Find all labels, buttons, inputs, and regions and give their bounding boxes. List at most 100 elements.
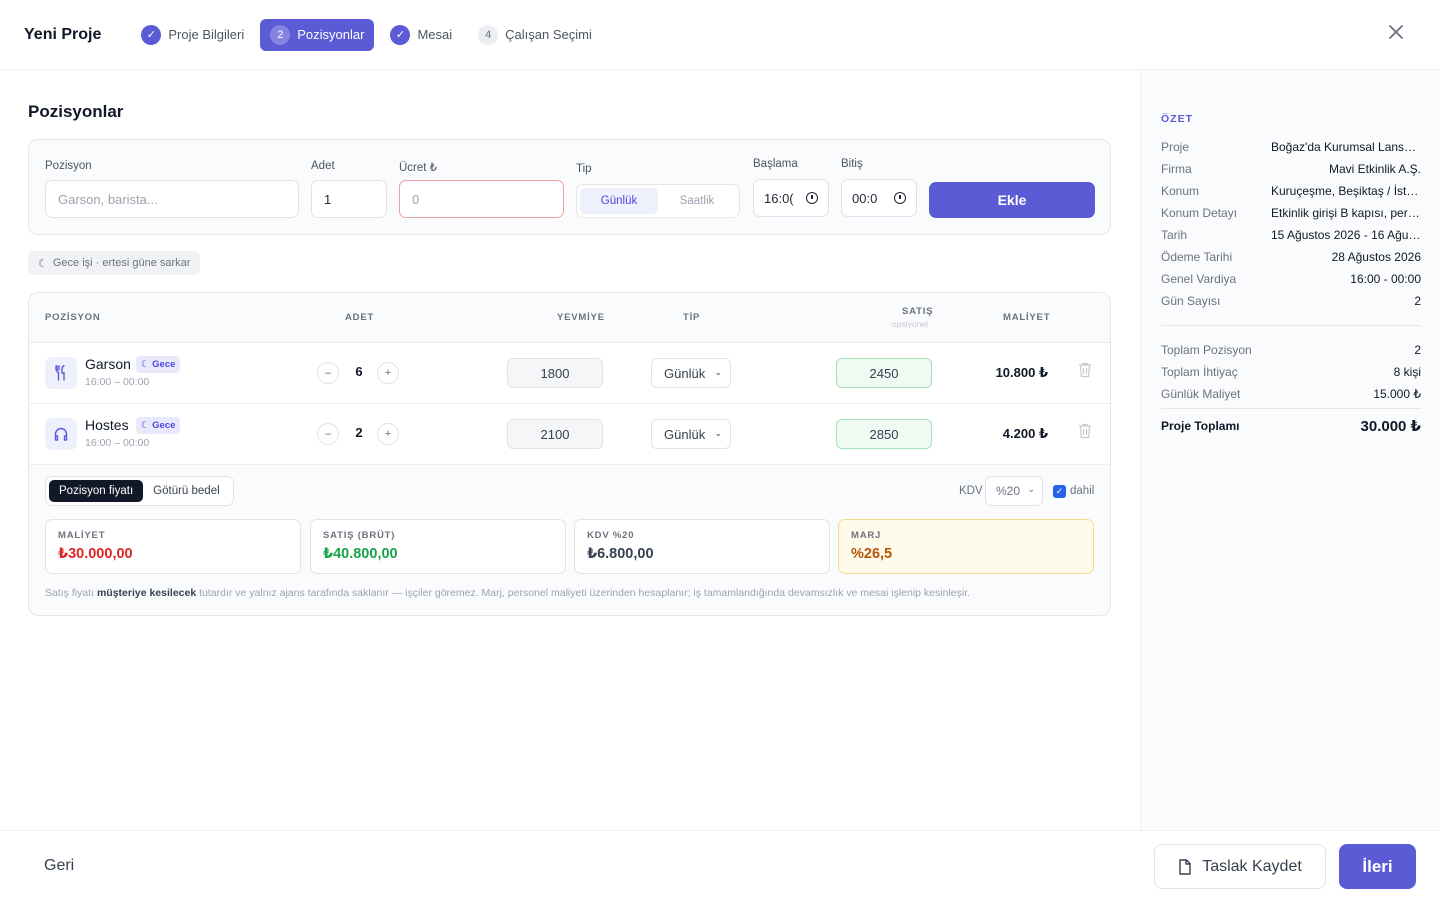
save-draft-label: Taslak Kaydet	[1202, 857, 1302, 875]
position-input[interactable]: Garson, barista...	[45, 180, 299, 218]
page-title: Yeni Proje	[24, 25, 102, 43]
step-mesai[interactable]: ✓ Mesai	[380, 19, 462, 51]
daily-wage-input[interactable]: 2100	[507, 419, 603, 449]
summary-row: Ödeme Tarihi 28 Ağustos 2026	[1161, 250, 1421, 264]
summary-total-row: Toplam Pozisyon 2	[1161, 343, 1421, 357]
check-icon: ✓	[141, 24, 162, 45]
summary-row: Konum Detayı Etkinlik girişi B kapısı, pe…	[1161, 206, 1421, 220]
add-position-form: Pozisyon Garson, barista... Adet 1 Ücret…	[28, 139, 1111, 235]
kdv-label: KDV	[959, 485, 983, 497]
daily-wage-input[interactable]: 1800	[507, 358, 603, 388]
summary-row: Konum Kuruçeşme, Beşiktaş / İstanbul	[1161, 184, 1421, 198]
type-select[interactable]: Günlük ⌄	[651, 358, 731, 388]
add-button[interactable]: Ekle	[929, 182, 1095, 218]
night-chip-label: Gece işi · ertesi güne sarkar	[52, 257, 191, 269]
card-value: ₺30.000,00	[58, 546, 133, 562]
step-label: Mesai	[417, 27, 453, 42]
count-input[interactable]: 1	[311, 180, 387, 218]
mode-lump-sum[interactable]: Götürü bedel	[143, 480, 230, 502]
night-shift-chip[interactable]: ☾ Gece işi · ertesi güne sarkar	[28, 251, 201, 275]
sale-price-input[interactable]: 2450	[836, 358, 932, 388]
summary-row: Firma Mavi Etkinlik A.Ş.	[1161, 162, 1421, 176]
increment-button[interactable]: +	[377, 362, 399, 384]
card-value: ₺6.800,00	[587, 546, 654, 562]
end-time-value: 00:0	[852, 190, 878, 206]
section-title: Pozisyonlar	[28, 102, 124, 121]
table-header: POZİSYON ADET YEVMİYE TİP SATIŞ opsiyone…	[29, 293, 1110, 343]
start-label: Başlama	[753, 158, 798, 170]
night-badge: ☾ Gece	[136, 417, 181, 434]
type-option-gunluk[interactable]: Günlük	[580, 188, 658, 214]
trash-icon[interactable]	[1078, 423, 1092, 439]
close-icon[interactable]	[1386, 22, 1406, 42]
mode-position-price[interactable]: Pozisyon fiyatı	[49, 480, 144, 502]
type-option-saatlik[interactable]: Saatlik	[658, 188, 736, 214]
summary-row: Genel Vardiya 16:00 - 00:00	[1161, 272, 1421, 286]
summary-row: Gün Sayısı 2	[1161, 294, 1421, 308]
type-select[interactable]: Günlük ⌄	[651, 419, 731, 449]
summary-row: Tarih15 Ağustos 2026 - 16 Ağustos 2026	[1161, 228, 1421, 242]
quantity-value: 6	[355, 364, 363, 379]
sale-card: SATIŞ (BRÜT) ₺40.800,00	[310, 519, 566, 574]
back-button[interactable]: Geri	[44, 857, 74, 875]
sale-price-input[interactable]: 2850	[836, 419, 932, 449]
type-label: Tip	[576, 163, 592, 175]
col-sale-sub: opsiyonel	[892, 319, 928, 329]
step-pozisyonlar[interactable]: 2 Pozisyonlar	[260, 18, 375, 51]
col-cost: MALİYET	[1003, 312, 1051, 323]
next-button[interactable]: İleri	[1339, 844, 1416, 889]
margin-card: MARJ %26,5	[838, 519, 1094, 574]
chevron-down-icon: ⌄	[1027, 484, 1035, 494]
grand-total-row: Proje Toplamı 30.000 ₺	[1161, 418, 1421, 435]
card-title: MARJ	[851, 530, 882, 541]
divider	[1161, 408, 1421, 409]
pricing-note: Satış fiyatı müşteriye kesilecek tutardı…	[45, 587, 971, 599]
position-label: Pozisyon	[45, 160, 92, 172]
type-toggle: Günlük Saatlik	[576, 184, 740, 218]
decrement-button[interactable]: –	[317, 423, 339, 445]
card-value: ₺40.800,00	[323, 546, 398, 562]
end-time-input[interactable]: 00:0	[841, 179, 917, 217]
chevron-down-icon: ⌄	[714, 428, 722, 438]
table-row: Garson ☾ Gece 16:00 – 00:00 – 6 + 1800 G…	[29, 343, 1110, 404]
chevron-down-icon: ⌄	[714, 367, 722, 377]
check-icon: ✓	[390, 24, 411, 45]
step-number: 4	[478, 24, 499, 45]
clock-icon[interactable]	[894, 192, 906, 204]
position-cost: 10.800 ₺	[995, 365, 1048, 380]
col-count: ADET	[345, 312, 375, 323]
document-icon	[1179, 858, 1191, 875]
trash-icon[interactable]	[1078, 362, 1092, 378]
save-draft-button[interactable]: Taslak Kaydet	[1154, 844, 1326, 889]
card-value: %26,5	[851, 546, 893, 562]
footer: Geri Taslak Kaydet İleri	[0, 830, 1440, 900]
kdv-select[interactable]: %20 ⌄	[985, 476, 1043, 506]
divider	[1161, 325, 1421, 326]
kdv-included-label: dahil	[1070, 485, 1095, 497]
card-title: KDV %20	[587, 530, 635, 541]
col-daily: YEVMİYE	[557, 312, 605, 323]
table-row: Hostes ☾ Gece 16:00 – 00:00 – 2 + 2100 G…	[29, 404, 1110, 465]
clock-icon[interactable]	[806, 192, 818, 204]
position-name: Garson	[85, 356, 131, 372]
fee-input[interactable]: 0	[399, 180, 564, 218]
step-proje-bilgileri[interactable]: ✓ Proje Bilgileri	[131, 19, 254, 51]
summary-total-row: Toplam İhtiyaç 8 kişi	[1161, 365, 1421, 379]
increment-button[interactable]: +	[377, 423, 399, 445]
fork-knife-icon	[45, 357, 77, 389]
night-badge: ☾ Gece	[136, 356, 181, 373]
start-time-input[interactable]: 16:0(	[753, 179, 829, 217]
step-calisan-secimi[interactable]: 4 Çalışan Seçimi	[468, 19, 602, 51]
position-cost: 4.200 ₺	[1002, 426, 1048, 441]
card-title: MALİYET	[58, 530, 106, 541]
col-position: POZİSYON	[45, 312, 101, 323]
decrement-button[interactable]: –	[317, 362, 339, 384]
summary-row: Proje Boğaz'da Kurumsal Lansman	[1161, 140, 1421, 154]
position-time: 16:00 – 00:00	[85, 376, 150, 388]
kdv-included-checkbox[interactable]: ✓	[1053, 485, 1066, 498]
summary-panel: ÖZET Proje Boğaz'da Kurumsal Lansman Firm…	[1140, 70, 1440, 830]
kdv-card: KDV %20 ₺6.800,00	[574, 519, 830, 574]
position-name: Hostes	[85, 417, 129, 433]
pricing-mode-toggle: Pozisyon fiyatı Götürü bedel	[45, 476, 234, 506]
position-time: 16:00 – 00:00	[85, 437, 150, 449]
